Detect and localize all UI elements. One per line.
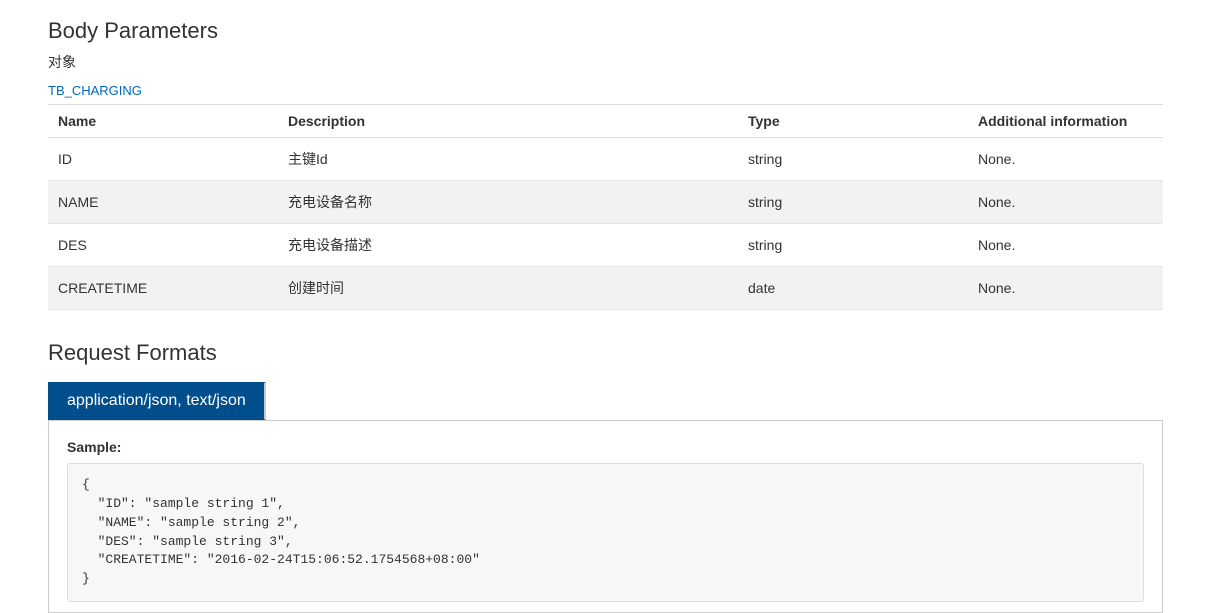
cell-description: 创建时间 xyxy=(278,267,738,310)
cell-description: 主键Id xyxy=(278,138,738,181)
cell-description: 充电设备名称 xyxy=(278,181,738,224)
cell-name: NAME xyxy=(48,181,278,224)
request-formats-heading: Request Formats xyxy=(48,340,1163,366)
column-header-name: Name xyxy=(48,105,278,138)
cell-type: date xyxy=(738,267,968,310)
cell-additional: None. xyxy=(968,267,1163,310)
body-parameters-table: Name Description Type Additional informa… xyxy=(48,104,1163,310)
table-row: ID 主键Id string None. xyxy=(48,138,1163,181)
sample-code-block: { "ID": "sample string 1", "NAME": "samp… xyxy=(67,463,1144,602)
cell-additional: None. xyxy=(968,181,1163,224)
cell-name: CREATETIME xyxy=(48,267,278,310)
cell-name: DES xyxy=(48,224,278,267)
cell-type: string xyxy=(738,181,968,224)
type-link-tb-charging[interactable]: TB_CHARGING xyxy=(48,83,142,98)
body-parameters-heading: Body Parameters xyxy=(48,18,1163,44)
body-parameters-subheading: 对象 xyxy=(48,52,1163,72)
table-row: CREATETIME 创建时间 date None. xyxy=(48,267,1163,310)
column-header-additional: Additional information xyxy=(968,105,1163,138)
column-header-description: Description xyxy=(278,105,738,138)
cell-additional: None. xyxy=(968,138,1163,181)
cell-additional: None. xyxy=(968,224,1163,267)
table-row: DES 充电设备描述 string None. xyxy=(48,224,1163,267)
cell-description: 充电设备描述 xyxy=(278,224,738,267)
table-row: NAME 充电设备名称 string None. xyxy=(48,181,1163,224)
format-tab-content: Sample: { "ID": "sample string 1", "NAME… xyxy=(48,421,1163,613)
cell-type: string xyxy=(738,224,968,267)
tab-application-json[interactable]: application/json, text/json xyxy=(48,382,266,420)
sample-label: Sample: xyxy=(67,439,1144,455)
column-header-type: Type xyxy=(738,105,968,138)
format-tab-bar: application/json, text/json xyxy=(48,382,1163,421)
cell-type: string xyxy=(738,138,968,181)
cell-name: ID xyxy=(48,138,278,181)
